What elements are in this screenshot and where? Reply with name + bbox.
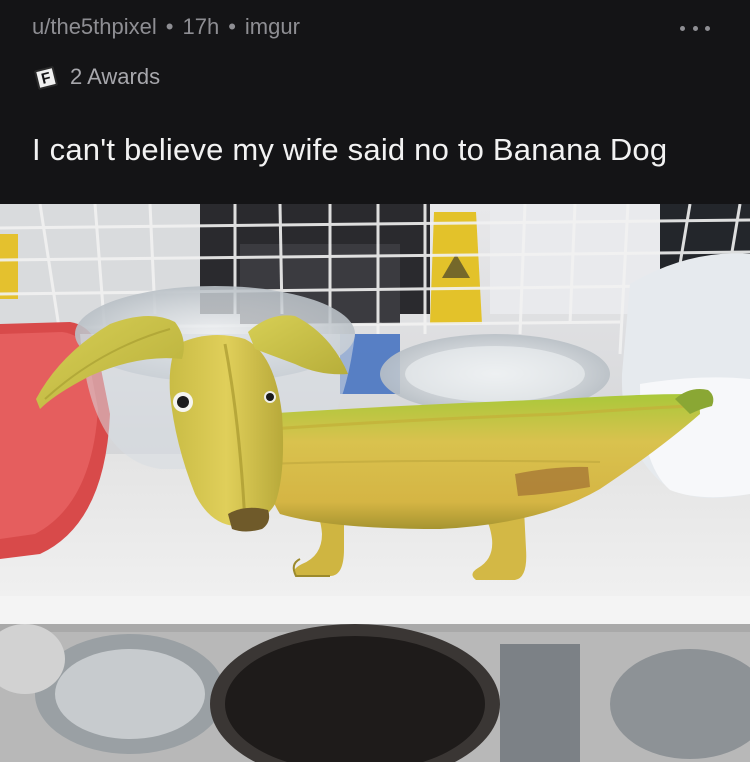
awards-row[interactable]: F 2 Awards [32, 63, 160, 91]
author-link[interactable]: u/the5thpixel [32, 14, 157, 40]
awards-count: 2 Awards [70, 64, 161, 89]
award-icon: F [32, 63, 60, 91]
post-title[interactable]: I can't believe my wife said no to Banan… [32, 129, 722, 171]
source-domain-link[interactable]: imgur [245, 14, 300, 40]
post-meta: u/the5thpixel • 17h • imgur [32, 14, 300, 40]
post-image[interactable] [0, 204, 750, 762]
meta-separator: • [228, 14, 236, 39]
award-glyph: F [33, 65, 59, 91]
banana-dog-photo [0, 204, 750, 762]
more-options-icon[interactable] [680, 18, 710, 38]
post-header: u/the5thpixel • 17h • imgur F 2 Awards I… [0, 0, 750, 204]
meta-separator: • [165, 14, 174, 39]
post-age: 17h [182, 14, 220, 39]
